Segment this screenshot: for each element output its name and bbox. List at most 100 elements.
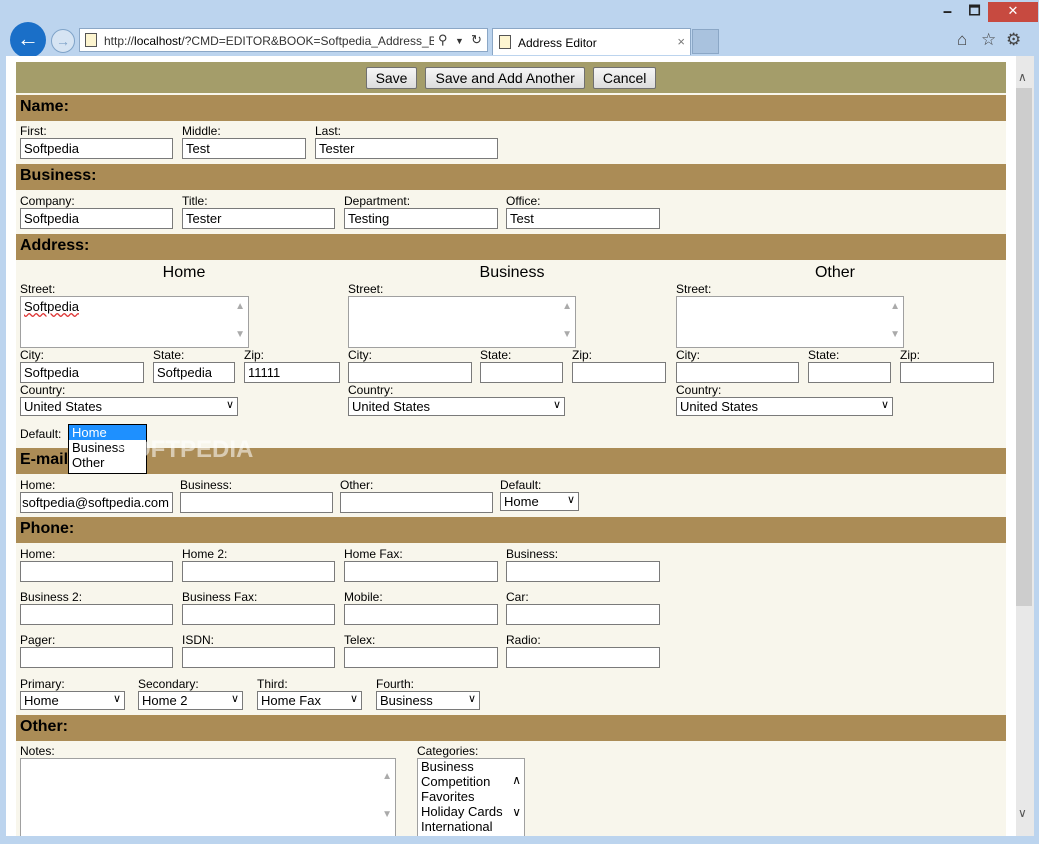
chevron-down-icon: ∨ bbox=[112, 693, 121, 705]
phone-homefax-label: Home Fax: bbox=[344, 547, 403, 561]
phone-primary-select[interactable]: Home ∨ bbox=[20, 691, 125, 710]
phone-home2-label: Home 2: bbox=[182, 547, 228, 561]
minimize-button[interactable]: 🗕 bbox=[935, 2, 960, 22]
browser-chrome: ← → http://localhost/?CMD=EDITOR&BOOK=So… bbox=[0, 0, 1039, 58]
tab-address-editor[interactable]: Address Editor × bbox=[492, 28, 691, 55]
other-street-label: Street: bbox=[676, 282, 712, 296]
page-scrollbar[interactable]: ∧ ∨ bbox=[1016, 56, 1034, 836]
chevron-down-icon: ∨ bbox=[225, 399, 234, 411]
category-item[interactable]: International bbox=[418, 819, 524, 834]
scrollbar-thumb[interactable] bbox=[1016, 88, 1032, 606]
tab-close-icon[interactable]: × bbox=[677, 34, 685, 49]
forward-button[interactable]: → bbox=[51, 29, 75, 53]
phone-homefax-input[interactable] bbox=[344, 561, 498, 582]
category-item[interactable]: Competition bbox=[418, 774, 524, 789]
title-input[interactable]: Tester bbox=[182, 208, 335, 229]
other-city-label: City: bbox=[676, 348, 700, 362]
phone-telex-input[interactable] bbox=[344, 647, 498, 668]
phone-radio-input[interactable] bbox=[506, 647, 660, 668]
email-business-input[interactable] bbox=[180, 492, 333, 513]
phone-car-label: Car: bbox=[506, 590, 529, 604]
home-city-input[interactable]: Softpedia bbox=[20, 362, 144, 383]
category-item[interactable]: Favorites bbox=[418, 789, 524, 804]
categories-listbox[interactable]: Business Competition Favorites Holiday C… bbox=[417, 758, 525, 836]
dropdown-icon[interactable]: ▼ bbox=[455, 36, 464, 46]
email-other-input[interactable] bbox=[340, 492, 493, 513]
phone-home-input[interactable] bbox=[20, 561, 173, 582]
watermark: SOFTPEDIA bbox=[116, 436, 254, 463]
phone-business-input[interactable] bbox=[506, 561, 660, 582]
business-city-input[interactable] bbox=[348, 362, 472, 383]
business-street-label: Street: bbox=[348, 282, 384, 296]
phone-telex-label: Telex: bbox=[344, 633, 376, 647]
phone-business2-input[interactable] bbox=[20, 604, 173, 625]
address-home-heading: Home bbox=[162, 264, 206, 281]
section-address-header: Address: bbox=[16, 234, 1006, 260]
category-item[interactable]: Business bbox=[418, 759, 524, 774]
address-editor-form: Save Save and Add Another Cancel Name: Fir… bbox=[16, 62, 1006, 836]
phone-fourth-select[interactable]: Business ∨ bbox=[376, 691, 480, 710]
company-input[interactable]: Softpedia bbox=[20, 208, 173, 229]
favorites-star-icon[interactable]: ☆ bbox=[981, 30, 996, 50]
last-name-label: Last: bbox=[315, 124, 342, 138]
other-state-input[interactable] bbox=[808, 362, 891, 383]
business-street-textarea[interactable]: ▲ ▼ bbox=[348, 296, 576, 348]
business-country-select[interactable]: United States ∨ bbox=[348, 397, 565, 416]
other-country-label: Country: bbox=[676, 383, 722, 397]
other-street-textarea[interactable]: ▲ ▼ bbox=[676, 296, 904, 348]
other-zip-input[interactable] bbox=[900, 362, 994, 383]
first-name-input[interactable]: Softpedia bbox=[20, 138, 173, 159]
other-country-select[interactable]: United States ∨ bbox=[676, 397, 893, 416]
department-input[interactable]: Testing bbox=[344, 208, 498, 229]
maximize-button[interactable]: 🗖 bbox=[962, 2, 987, 22]
phone-mobile-input[interactable] bbox=[344, 604, 498, 625]
home-state-input[interactable]: Softpedia bbox=[153, 362, 235, 383]
back-button[interactable]: ← bbox=[10, 22, 46, 58]
chevron-down-icon: ∨ bbox=[349, 693, 358, 705]
save-and-add-another-button[interactable]: Save and Add Another bbox=[425, 67, 585, 89]
chevron-up-icon[interactable]: ∧ bbox=[512, 773, 521, 787]
phone-isdn-input[interactable] bbox=[182, 647, 335, 668]
scroll-up-icon[interactable]: ∧ bbox=[1018, 70, 1027, 84]
department-label: Department: bbox=[344, 194, 411, 208]
phone-businessfax-input[interactable] bbox=[182, 604, 335, 625]
business-zip-label: Zip: bbox=[572, 348, 593, 362]
address-bar[interactable]: http://localhost/?CMD=EDITOR&BOOK=Softpe… bbox=[79, 28, 488, 52]
tab-title: Address Editor bbox=[518, 36, 597, 50]
phone-third-select[interactable]: Home Fax ∨ bbox=[257, 691, 362, 710]
cancel-button[interactable]: Cancel bbox=[592, 67, 657, 89]
notes-textarea[interactable]: ▲ ▼ bbox=[20, 758, 396, 836]
phone-car-input[interactable] bbox=[506, 604, 660, 625]
chevron-down-icon[interactable]: ∨ bbox=[512, 805, 521, 819]
page-icon bbox=[499, 35, 511, 49]
save-button[interactable]: Save bbox=[365, 67, 418, 89]
chevron-down-icon: ∨ bbox=[230, 693, 239, 705]
email-default-label: Default: bbox=[500, 478, 542, 492]
business-zip-input[interactable] bbox=[572, 362, 666, 383]
email-default-select[interactable]: Home ∨ bbox=[500, 492, 579, 511]
settings-gear-icon[interactable]: ⚙ bbox=[1006, 30, 1021, 50]
middle-name-label: Middle: bbox=[182, 124, 221, 138]
last-name-input[interactable]: Tester bbox=[315, 138, 498, 159]
refresh-icon[interactable]: ↻ bbox=[471, 32, 482, 48]
close-button[interactable]: ✕ bbox=[988, 2, 1038, 22]
office-input[interactable]: Test bbox=[506, 208, 660, 229]
business-state-input[interactable] bbox=[480, 362, 563, 383]
home-icon[interactable]: ⌂ bbox=[957, 30, 967, 50]
categories-label: Categories: bbox=[417, 744, 479, 758]
category-item[interactable]: Holiday Cards bbox=[418, 804, 524, 819]
phone-home2-input[interactable] bbox=[182, 561, 335, 582]
new-tab-button[interactable] bbox=[692, 29, 719, 54]
home-zip-input[interactable]: 11111 bbox=[244, 362, 340, 383]
home-street-textarea[interactable]: Softpedia ▲ ▼ bbox=[20, 296, 249, 348]
home-country-select[interactable]: United States ∨ bbox=[20, 397, 238, 416]
phone-secondary-select[interactable]: Home 2 ∨ bbox=[138, 691, 243, 710]
phone-pager-input[interactable] bbox=[20, 647, 173, 668]
search-icon[interactable]: ⚲ bbox=[438, 32, 448, 48]
email-home-input[interactable]: softpedia@softpedia.com bbox=[20, 492, 173, 513]
address-other-heading: Other bbox=[814, 264, 855, 281]
scroll-down-icon[interactable]: ∨ bbox=[1018, 806, 1027, 820]
other-city-input[interactable] bbox=[676, 362, 799, 383]
middle-name-input[interactable]: Test bbox=[182, 138, 306, 159]
home-city-label: City: bbox=[20, 348, 44, 362]
